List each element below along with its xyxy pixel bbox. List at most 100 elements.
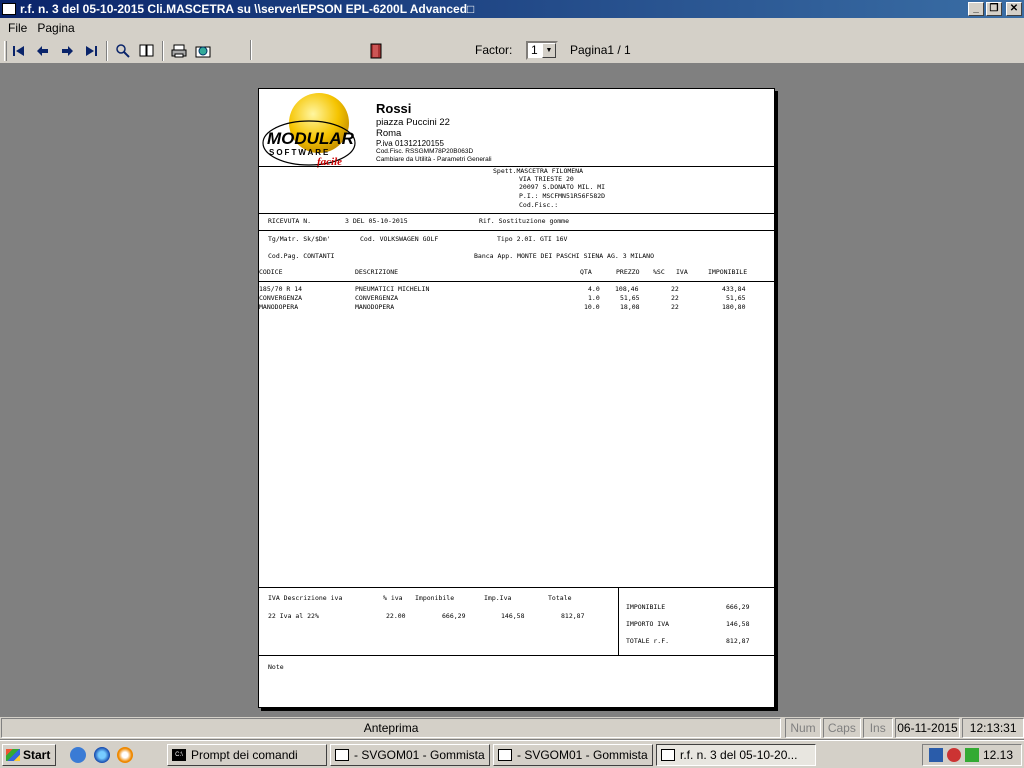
note-label: Note bbox=[268, 663, 284, 671]
window-icon bbox=[661, 749, 675, 761]
window-icon bbox=[498, 749, 512, 761]
media-player-icon[interactable] bbox=[117, 747, 133, 763]
cell-imponibile: 180,80 bbox=[722, 303, 746, 311]
page-indicator: Pagina1 / 1 bbox=[570, 43, 631, 57]
menu-file[interactable]: File bbox=[4, 21, 31, 35]
next-page-icon bbox=[62, 45, 73, 56]
last-page-button[interactable] bbox=[79, 40, 103, 62]
status-main: Anteprima bbox=[1, 718, 782, 738]
total-label: IMPONIBILE bbox=[626, 603, 666, 611]
close-button[interactable]: ✕ bbox=[1006, 2, 1022, 16]
iva-header-totale: Totale bbox=[548, 594, 572, 602]
menu-pagina[interactable]: Pagina bbox=[33, 21, 78, 35]
total-label: TOTALE r.F. bbox=[626, 637, 670, 645]
divider bbox=[259, 230, 774, 231]
customer-name: Spett.MASCETRA FILOMENA bbox=[493, 167, 584, 175]
network-icon[interactable] bbox=[928, 748, 943, 762]
divider bbox=[618, 587, 619, 655]
start-button[interactable]: Start bbox=[2, 744, 56, 766]
task-prompt[interactable]: C:\ Prompt dei comandi bbox=[167, 744, 327, 766]
iva-row-desc: 22 Iva al 22% bbox=[268, 612, 319, 620]
prev-page-icon bbox=[37, 45, 48, 56]
divider bbox=[259, 655, 774, 656]
iva-header-imponibile: Imponibile bbox=[415, 594, 455, 602]
prev-page-button[interactable] bbox=[31, 40, 55, 62]
title-bar: r.f. n. 3 del 05-10-2015 Cli.MASCETRA su… bbox=[0, 0, 1024, 18]
cell-iva: 22 bbox=[671, 285, 679, 293]
factor-value: 1 bbox=[531, 43, 538, 57]
system-tray: 12.13 bbox=[922, 744, 1022, 766]
minimize-button[interactable]: _ bbox=[968, 2, 984, 16]
total-value: 666,29 bbox=[726, 603, 750, 611]
chevron-down-icon[interactable]: ▼ bbox=[542, 43, 556, 58]
cell-prezzo: 108,46 bbox=[615, 285, 639, 293]
receipt-number: 3 DEL 05-10-2015 bbox=[345, 217, 408, 225]
task-label: - SVGOM01 - Gommista ... bbox=[517, 748, 653, 762]
factor-select[interactable]: 1 ▼ bbox=[526, 41, 558, 60]
internet-explorer-icon[interactable] bbox=[94, 747, 110, 763]
taskbar: Start C:\ Prompt dei comandi - SVGOM01 -… bbox=[0, 740, 1024, 768]
cell-descrizione: CONVERGENZA bbox=[355, 294, 399, 302]
app-icon[interactable] bbox=[2, 3, 16, 15]
two-page-button[interactable] bbox=[135, 40, 159, 62]
iva-row-totale: 812,87 bbox=[561, 612, 585, 620]
customer-address: VIA TRIESTE 20 bbox=[519, 175, 574, 183]
cell-iva: 22 bbox=[671, 303, 679, 311]
menu-bar: File Pagina bbox=[0, 18, 1024, 38]
cell-qta: 1.0 bbox=[588, 294, 600, 302]
explorer-icon[interactable] bbox=[70, 747, 86, 763]
exit-button[interactable] bbox=[364, 40, 388, 62]
toolbar: Factor: 1 ▼ Pagina1 / 1 bbox=[0, 38, 1024, 64]
divider bbox=[259, 213, 774, 214]
company-codfisc: Cod.Fisc. RSSGMM78P20B063D bbox=[376, 148, 474, 155]
vehicle-type: Tipo 2.0I. GTI 16V bbox=[497, 235, 568, 243]
window-title: r.f. n. 3 del 05-10-2015 Cli.MASCETRA su… bbox=[20, 2, 475, 16]
last-page-icon bbox=[86, 45, 97, 56]
company-piva: P.iva 01312120155 bbox=[376, 139, 444, 148]
print-button[interactable] bbox=[167, 40, 191, 62]
globe-icon bbox=[195, 46, 211, 57]
next-page-button[interactable] bbox=[55, 40, 79, 62]
cell-prezzo: 51,65 bbox=[620, 294, 640, 302]
export-button[interactable] bbox=[191, 40, 215, 62]
restore-button[interactable]: ❐ bbox=[986, 2, 1002, 16]
window-controls: _ ❐ ✕ bbox=[968, 2, 1022, 16]
clock: 12.13 bbox=[982, 748, 1013, 762]
cell-codice: CONVERGENZA bbox=[259, 294, 303, 302]
update-icon[interactable] bbox=[964, 748, 979, 762]
total-label: IMPORTO IVA bbox=[626, 620, 670, 628]
logo-text: MODULAR bbox=[267, 129, 355, 148]
iva-row-imponibile: 666,29 bbox=[442, 612, 466, 620]
door-exit-icon bbox=[370, 43, 382, 59]
payment-bank: Banca App. MONTE DEI PASCHI SIENA AG. 3 … bbox=[474, 252, 655, 260]
iva-header-impiva: Imp.Iva bbox=[484, 594, 512, 602]
cell-qta: 4.0 bbox=[588, 285, 600, 293]
task-svgom01-b[interactable]: - SVGOM01 - Gommista ... bbox=[493, 744, 653, 766]
zoom-button[interactable] bbox=[111, 40, 135, 62]
status-time: 12:13:31 bbox=[962, 718, 1024, 738]
col-header-codice: CODICE bbox=[259, 268, 283, 276]
task-preview[interactable]: r.f. n. 3 del 05-10-20... bbox=[656, 744, 816, 766]
book-icon bbox=[139, 44, 154, 57]
payment-code: Cod.Pag. CONTANTI bbox=[268, 252, 335, 260]
task-svgom01-a[interactable]: - SVGOM01 - Gommista ... bbox=[330, 744, 490, 766]
status-bar: Anteprima Num Caps Ins 06-11-2015 12:13:… bbox=[0, 717, 1024, 739]
col-header-descrizione: DESCRIZIONE bbox=[355, 268, 399, 276]
cell-prezzo: 18,08 bbox=[620, 303, 640, 311]
col-header-imponibile: IMPONIBILE bbox=[708, 268, 748, 276]
cmd-icon: C:\ bbox=[172, 749, 186, 761]
start-label: Start bbox=[23, 748, 51, 762]
company-name: Rossi bbox=[376, 101, 412, 116]
company-city: Roma bbox=[376, 128, 402, 139]
task-label: r.f. n. 3 del 05-10-20... bbox=[680, 748, 798, 762]
cell-imponibile: 433,84 bbox=[722, 285, 746, 293]
status-ins: Ins bbox=[862, 718, 893, 738]
iva-row-impiva: 146,58 bbox=[501, 612, 525, 620]
first-page-button[interactable] bbox=[7, 40, 31, 62]
col-header-qta: QTA bbox=[580, 268, 592, 276]
security-icon[interactable] bbox=[946, 748, 961, 762]
factor-label: Factor: bbox=[475, 43, 513, 57]
customer-piva: P.I.: MSCFMN51R56F582D bbox=[519, 192, 606, 200]
cell-codice: MANODOPERA bbox=[259, 303, 299, 311]
company-address: piazza Puccini 22 bbox=[376, 117, 450, 128]
